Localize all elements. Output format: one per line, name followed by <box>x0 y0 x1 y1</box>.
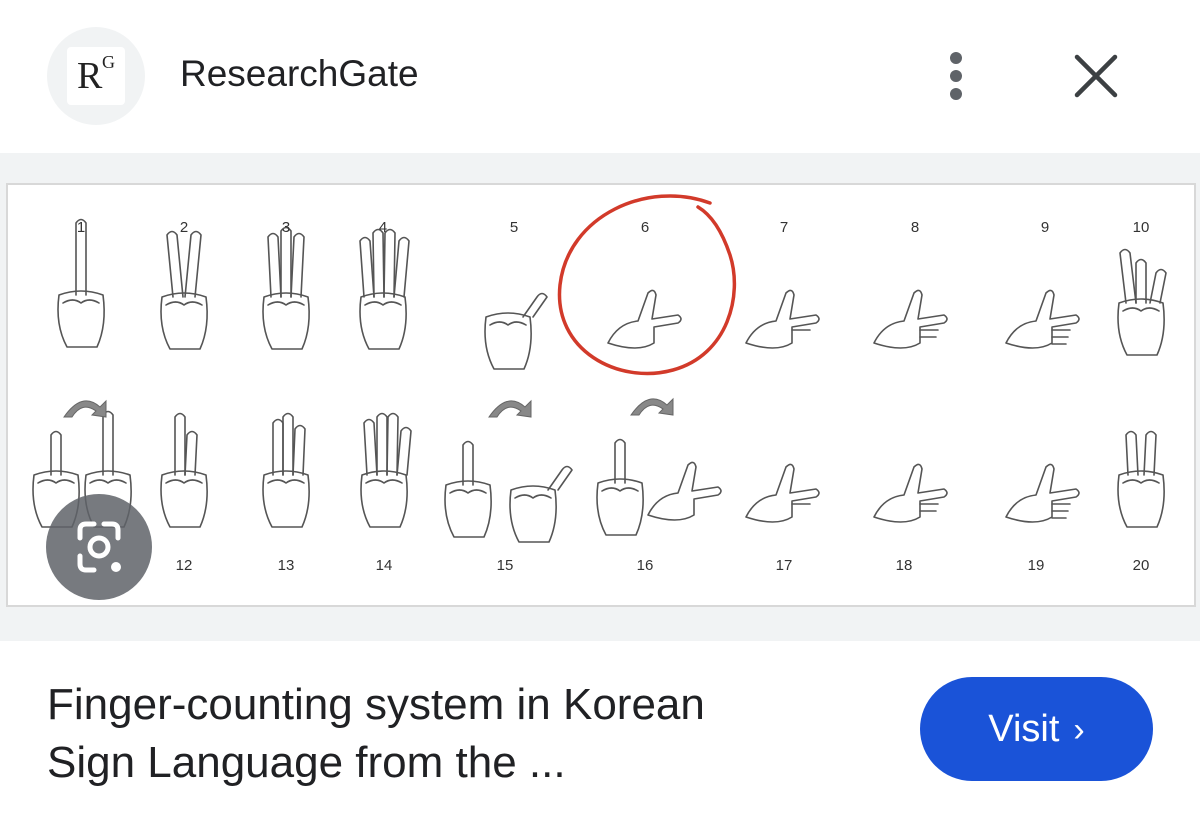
hand-sign-1 <box>57 218 105 348</box>
number-label-7: 7 <box>779 219 789 236</box>
hand-sign-15a <box>444 440 492 538</box>
site-name[interactable]: ResearchGate <box>180 52 419 96</box>
hand-sign-10 <box>1117 248 1167 356</box>
number-label-16: 16 <box>636 557 654 574</box>
close-x-icon <box>1074 54 1118 98</box>
number-label-13: 13 <box>277 557 295 574</box>
hand-sign-17 <box>745 463 820 523</box>
hand-sign-4 <box>359 228 410 350</box>
number-label-10: 10 <box>1132 219 1150 236</box>
curved-arrow-icon <box>488 399 532 418</box>
hand-sign-19 <box>1005 463 1080 523</box>
number-label-17: 17 <box>775 557 793 574</box>
visit-button[interactable]: Visit › <box>920 677 1153 781</box>
number-label-5: 5 <box>509 219 519 236</box>
visit-label: Visit <box>988 708 1060 750</box>
number-label-2: 2 <box>179 219 189 236</box>
hand-sign-5 <box>484 292 548 370</box>
number-label-8: 8 <box>910 219 920 236</box>
hand-sign-16b <box>647 461 722 521</box>
hand-sign-2 <box>160 230 208 350</box>
researchgate-logo: R G <box>67 47 125 105</box>
curved-arrow-icon <box>63 399 107 418</box>
more-options-button[interactable] <box>934 48 978 104</box>
number-label-18: 18 <box>895 557 913 574</box>
hand-sign-8 <box>873 289 948 349</box>
hand-sign-3 <box>262 226 310 350</box>
number-label-4: 4 <box>378 219 388 236</box>
hand-sign-20 <box>1117 430 1165 528</box>
number-label-6: 6 <box>640 219 650 236</box>
logo-letter-r: R <box>77 55 103 97</box>
hand-sign-12 <box>160 412 208 528</box>
number-label-3: 3 <box>281 219 291 236</box>
site-logo[interactable]: R G <box>47 27 145 125</box>
hand-sign-16a <box>596 438 644 536</box>
hand-sign-7 <box>745 289 820 349</box>
chevron-right-icon: › <box>1073 711 1085 749</box>
number-label-15: 15 <box>496 557 514 574</box>
number-label-1: 1 <box>76 219 86 236</box>
hand-sign-6 <box>607 289 682 349</box>
finger-counting-figure: 1 2 3 4 5 6 7 8 9 10 12 13 14 15 16 17 18 19 20 <box>6 183 1196 607</box>
image-preview-panel[interactable]: 1 2 3 4 5 6 7 8 9 10 12 13 14 15 16 17 18 19 20 <box>0 153 1200 641</box>
hand-sign-13 <box>262 412 310 528</box>
hand-signs-illustration <box>32 194 1167 543</box>
header: R G ResearchGate <box>0 0 1200 150</box>
hand-sign-9 <box>1005 289 1080 349</box>
number-label-19: 19 <box>1027 557 1045 574</box>
number-label-9: 9 <box>1040 219 1050 236</box>
lens-search-button[interactable] <box>46 494 152 600</box>
logo-letter-g: G <box>102 52 115 72</box>
hand-sign-18 <box>873 463 948 523</box>
hand-sign-15b <box>509 465 573 543</box>
number-label-12: 12 <box>175 557 193 574</box>
close-button[interactable] <box>1070 50 1122 102</box>
curved-arrow-icon <box>630 397 674 416</box>
hand-sign-14 <box>360 412 412 528</box>
google-lens-icon <box>77 521 121 573</box>
result-caption[interactable]: Finger-counting system in Korean Sign La… <box>47 676 867 792</box>
caption-line-2: Sign Language from the ... <box>47 738 566 787</box>
three-dots-vertical-icon <box>950 52 962 100</box>
caption-line-1: Finger-counting system in Korean <box>47 680 705 729</box>
number-label-14: 14 <box>375 557 393 574</box>
number-label-20: 20 <box>1132 557 1150 574</box>
